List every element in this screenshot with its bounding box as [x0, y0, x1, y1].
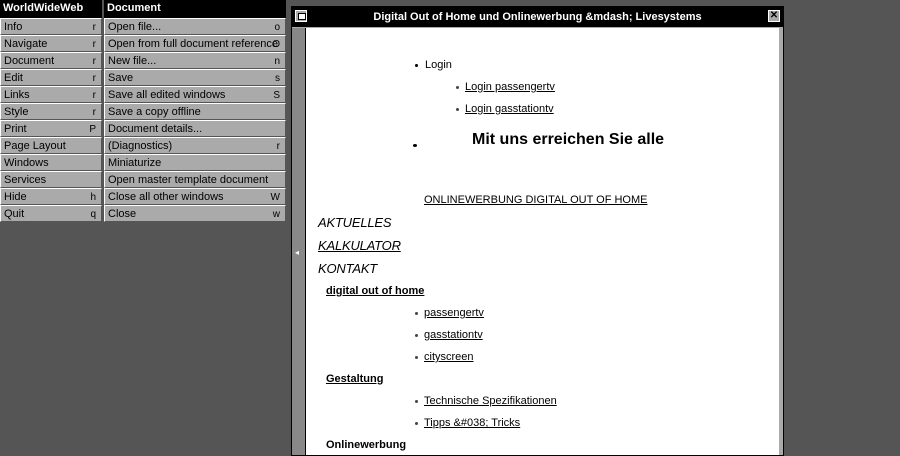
menu-item-label: Save all edited windows	[108, 89, 226, 101]
window-titlebar[interactable]: Digital Out of Home und Onlinewerbung &m…	[292, 7, 783, 27]
menu-item-services[interactable]: Services	[0, 171, 102, 188]
nav-aktuelles[interactable]: AKTUELLES	[318, 215, 392, 230]
document-content: Login Login passengertv Login gasstation…	[306, 28, 779, 455]
link-gasstationtv[interactable]: gasstationtv	[415, 329, 483, 341]
menu-item-shortcut: r	[92, 39, 96, 50]
menu-item-close-all-other[interactable]: Close all other windows W	[104, 188, 286, 205]
menu-item-document[interactable]: Document r	[0, 52, 102, 69]
section-gestaltung[interactable]: Gestaltung	[326, 373, 383, 385]
menu-item-shortcut: O	[272, 39, 280, 50]
menu-item-shortcut: o	[274, 22, 280, 33]
menu-item-shortcut: r	[92, 22, 96, 33]
menu-item-label: Miniaturize	[108, 157, 162, 169]
section-digital-out-of-home[interactable]: digital out of home	[326, 285, 424, 297]
menu-item-label: Windows	[4, 157, 49, 169]
scroll-knob[interactable]: ◂	[295, 249, 301, 257]
menu-item-label: Edit	[4, 72, 23, 84]
document-menu: Document Open file... o Open from full do…	[104, 0, 286, 222]
main-menu-title[interactable]: WorldWideWeb	[0, 0, 102, 18]
menu-item-shortcut: W	[270, 192, 280, 203]
headline: Mit uns erreichen Sie alle	[472, 131, 665, 148]
vertical-scrollbar[interactable]: ◂	[292, 28, 306, 455]
menu-item-shortcut: r	[276, 141, 280, 152]
menu-item-shortcut: r	[92, 56, 96, 67]
menu-item-label: Save	[108, 72, 134, 84]
menu-item-shortcut: h	[90, 192, 96, 203]
link-passengertv[interactable]: passengertv	[415, 307, 484, 319]
menu-item-shortcut: n	[274, 56, 280, 67]
menu-item-label: Close	[108, 208, 137, 220]
menu-item-page-layout[interactable]: Page Layout	[0, 137, 102, 154]
menu-item-label: New file...	[108, 55, 157, 67]
miniaturize-button[interactable]	[295, 10, 307, 22]
menu-item-label: Open file...	[108, 21, 162, 33]
menu-item-miniaturize[interactable]: Miniaturize	[104, 154, 286, 171]
menu-item-info[interactable]: Info r	[0, 18, 102, 35]
menu-item-open-file[interactable]: Open file... o	[104, 18, 286, 35]
login-label: Login	[415, 59, 452, 71]
menu-item-shortcut: P	[89, 124, 96, 135]
menu-item-label: Hide	[4, 191, 27, 203]
menu-item-shortcut: r	[92, 90, 96, 101]
menu-item-new-file[interactable]: New file... n	[104, 52, 286, 69]
link-onlinewerbung-dooh[interactable]: ONLINEWERBUNG DIGITAL OUT OF HOME	[424, 194, 647, 206]
menu-item-diagnostics[interactable]: (Diagnostics) r	[104, 137, 286, 154]
menu-item-label: (Diagnostics)	[108, 140, 173, 152]
menu-item-print[interactable]: Print P	[0, 120, 102, 137]
menu-item-open-full-reference[interactable]: Open from full document reference O	[104, 35, 286, 52]
menu-item-label: Services	[4, 174, 47, 186]
menu-item-shortcut: s	[275, 73, 280, 84]
main-menu: WorldWideWeb Info r Navigate r Document r E…	[0, 0, 102, 222]
menu-item-save-all[interactable]: Save all edited windows S	[104, 86, 286, 103]
menu-item-label: Open master template document	[108, 174, 269, 186]
menu-item-navigate[interactable]: Navigate r	[0, 35, 102, 52]
menu-item-label: Style	[4, 106, 29, 118]
link-technische-spezifikationen[interactable]: Technische Spezifikationen	[415, 395, 557, 407]
menu-item-label: Navigate	[4, 38, 48, 50]
menu-item-label: Page Layout	[4, 140, 66, 152]
miniaturize-icon	[298, 13, 306, 20]
menu-item-label: Save a copy offline	[108, 106, 201, 118]
close-icon: ✕	[769, 10, 779, 21]
menu-item-label: Close all other windows	[108, 191, 224, 203]
menu-item-save-copy-offline[interactable]: Save a copy offline	[104, 103, 286, 120]
menu-item-shortcut: q	[90, 209, 96, 220]
menu-item-style[interactable]: Style r	[0, 103, 102, 120]
menu-item-windows[interactable]: Windows	[0, 154, 102, 171]
menu-item-shortcut: S	[273, 90, 280, 101]
link-login-gasstationtv[interactable]: Login gasstationtv	[456, 103, 554, 115]
link-login-passengertv[interactable]: Login passengertv	[456, 81, 555, 93]
window-title: Digital Out of Home und Onlinewerbung &m…	[373, 11, 702, 23]
section-onlinewerbung: Onlinewerbung	[326, 439, 407, 451]
menu-item-shortcut: w	[272, 209, 280, 220]
headline-bullet	[413, 144, 417, 147]
menu-item-label: Document details...	[108, 123, 203, 135]
menu-item-document-details[interactable]: Document details...	[104, 120, 286, 137]
nav-kontakt[interactable]: KONTAKT	[318, 261, 377, 276]
menu-item-label: Print	[4, 123, 27, 135]
menu-item-shortcut: r	[92, 73, 96, 84]
menu-item-label: Info	[4, 21, 23, 33]
menu-item-open-master-template[interactable]: Open master template document	[104, 171, 286, 188]
menu-item-label: Links	[4, 89, 30, 101]
menu-item-hide[interactable]: Hide h	[0, 188, 102, 205]
link-cityscreen[interactable]: cityscreen	[415, 351, 474, 363]
menu-item-shortcut: r	[92, 107, 96, 118]
nav-kalkulator[interactable]: KALKULATOR	[318, 238, 401, 253]
menu-item-save[interactable]: Save s	[104, 69, 286, 86]
menu-item-close[interactable]: Close w	[104, 205, 286, 222]
menu-item-edit[interactable]: Edit r	[0, 69, 102, 86]
menu-item-quit[interactable]: Quit q	[0, 205, 102, 222]
menu-item-label: Quit	[4, 208, 25, 220]
document-menu-title[interactable]: Document	[104, 0, 286, 18]
menu-item-links[interactable]: Links r	[0, 86, 102, 103]
menu-item-label: Open from full document reference	[108, 38, 278, 50]
close-button[interactable]: ✕	[768, 10, 780, 22]
link-tipps-tricks[interactable]: Tipps &#038; Tricks	[414, 417, 520, 429]
browser-window: Digital Out of Home und Onlinewerbung &m…	[291, 6, 784, 456]
menu-item-label: Document	[4, 55, 55, 67]
